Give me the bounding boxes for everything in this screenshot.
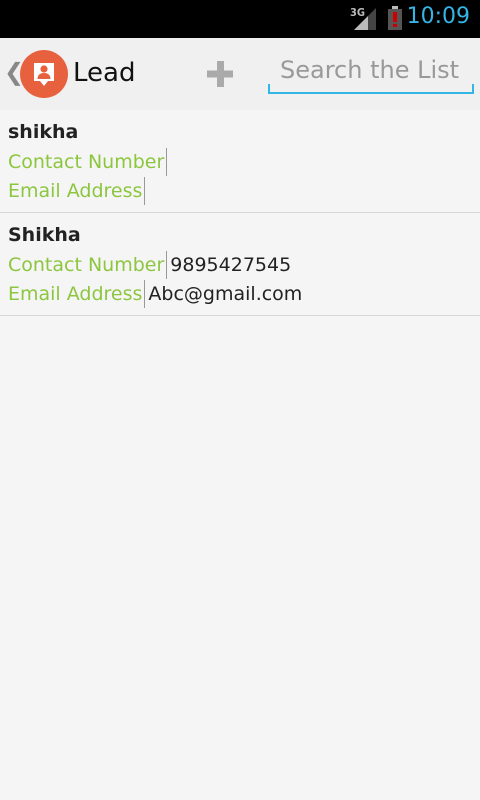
app-title: Lead xyxy=(73,58,136,88)
lead-list-item[interactable]: shikha Contact Number Email Address xyxy=(0,110,480,213)
search-input[interactable] xyxy=(268,50,474,90)
email-address-label: Email Address xyxy=(8,280,146,308)
add-lead-button[interactable] xyxy=(200,54,240,94)
lead-name: Shikha xyxy=(8,224,81,246)
contact-number-row: Contact Number xyxy=(8,148,472,177)
email-address-row: Email Address Abc@gmail.com xyxy=(8,280,472,309)
signal-strength-icon xyxy=(354,8,376,30)
lead-list-item[interactable]: Shikha Contact Number 9895427545 Email Ad… xyxy=(0,213,480,316)
email-address-row: Email Address xyxy=(8,177,472,206)
lead-list: shikha Contact Number Email Address Shik… xyxy=(0,110,480,316)
battery-alert-icon xyxy=(388,6,402,30)
email-address-label: Email Address xyxy=(8,177,146,205)
search-field xyxy=(268,50,474,94)
lead-name: shikha xyxy=(8,121,79,143)
contact-number-row: Contact Number 9895427545 xyxy=(8,251,472,280)
lead-person-icon[interactable] xyxy=(20,50,68,98)
status-clock: 10:09 xyxy=(406,4,470,29)
contact-number-label: Contact Number xyxy=(8,148,168,176)
status-bar: 3G 10:09 xyxy=(0,0,480,38)
contact-number-value: 9895427545 xyxy=(170,254,292,276)
action-bar: ❮ Lead xyxy=(0,38,480,110)
contact-number-label: Contact Number xyxy=(8,251,168,279)
email-address-value: Abc@gmail.com xyxy=(148,283,303,305)
